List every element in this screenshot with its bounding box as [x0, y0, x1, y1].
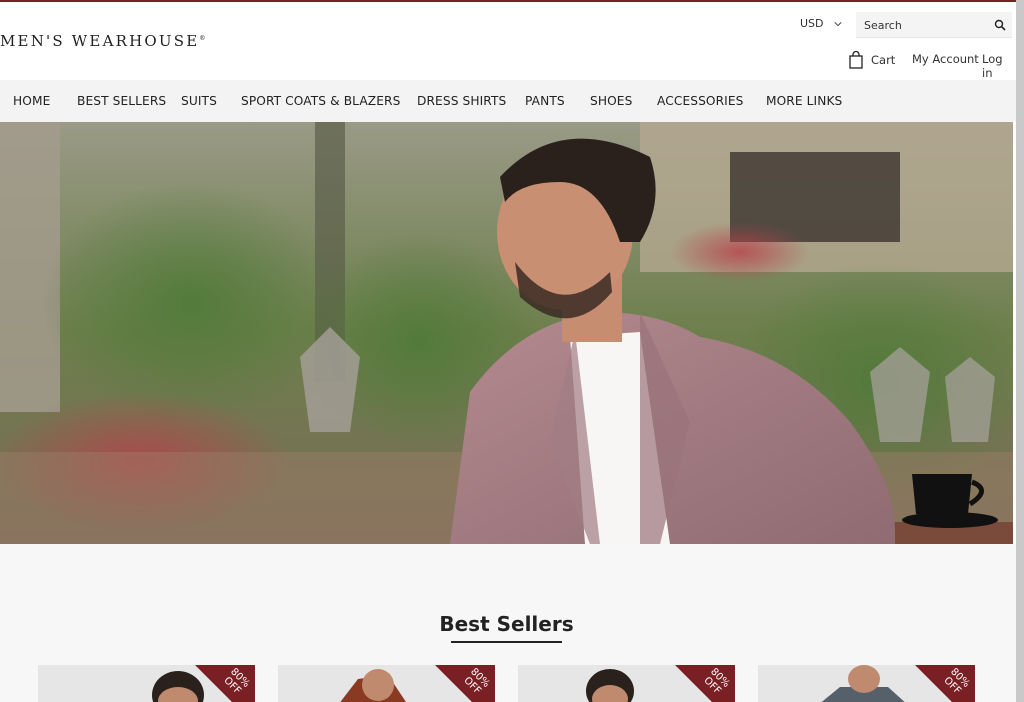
search-box — [856, 12, 1012, 38]
section-title: Best Sellers — [439, 612, 574, 636]
product-card[interactable]: 80% OFF — [278, 665, 495, 702]
cart-label: Cart — [871, 53, 896, 67]
nav-item-dress-shirts[interactable]: DRESS SHIRTS — [417, 94, 506, 108]
main-navigation: HOME BEST SELLERS SUITS SPORT COATS & BL… — [0, 80, 1016, 122]
nav-item-more-links[interactable]: MORE LINKS — [766, 94, 842, 108]
registered-mark: ® — [199, 35, 206, 42]
hero-image — [0, 122, 1013, 544]
currency-value: USD — [800, 17, 824, 30]
search-input[interactable] — [856, 12, 986, 38]
nav-item-shoes[interactable]: SHOES — [590, 94, 632, 108]
nav-item-accessories[interactable]: ACCESSORIES — [657, 94, 744, 108]
my-account-link[interactable]: My Account — [912, 52, 979, 66]
login-link[interactable]: Log in — [982, 52, 1016, 80]
title-underline — [451, 641, 562, 643]
site-header: MEN'S WEARHOUSE® USD Cart My Account Log… — [0, 2, 1016, 80]
product-card[interactable]: 80% OFF — [518, 665, 735, 702]
site-logo[interactable]: MEN'S WEARHOUSE® — [0, 32, 205, 50]
nav-item-pants[interactable]: PANTS — [525, 94, 565, 108]
cart-link[interactable]: Cart — [849, 51, 895, 69]
search-icon[interactable] — [994, 19, 1006, 31]
hero-banner[interactable] — [0, 122, 1013, 544]
chevron-down-icon — [833, 21, 842, 26]
nav-item-home[interactable]: HOME — [13, 94, 50, 108]
nav-item-sport-coats-blazers[interactable]: SPORT COATS & BLAZERS — [241, 94, 400, 108]
scrollbar-thumb[interactable] — [1016, 0, 1024, 702]
nav-item-best-sellers[interactable]: BEST SELLERS — [77, 94, 166, 108]
best-sellers-section: Best Sellers 80% OFF 80% OFF 80% OFF 80%… — [0, 544, 1016, 702]
product-card[interactable]: 80% OFF — [38, 665, 255, 702]
nav-item-suits[interactable]: SUITS — [181, 94, 217, 108]
product-card[interactable]: 80% OFF — [758, 665, 975, 702]
shopping-bag-icon — [849, 51, 863, 69]
currency-selector[interactable]: USD — [800, 17, 842, 30]
logo-text: MEN'S WEARHOUSE — [0, 32, 200, 50]
